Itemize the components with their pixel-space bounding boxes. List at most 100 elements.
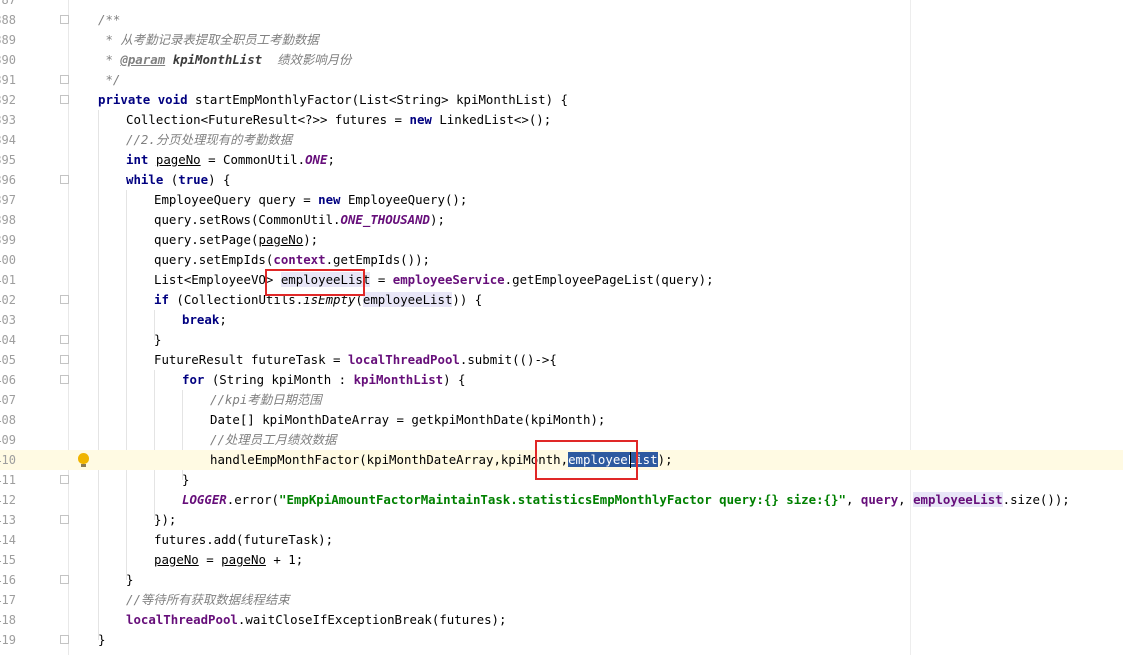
code-line[interactable]: 418 localThreadPool.waitCloseIfException… (0, 610, 1123, 630)
fold-toggle-icon[interactable] (60, 75, 69, 84)
code-text: )) { (452, 292, 483, 307)
variable-pageNo[interactable]: pageNo (221, 552, 266, 567)
keyword: new (409, 112, 432, 127)
line-number: 393 (0, 113, 16, 127)
fold-toggle-icon[interactable] (60, 95, 69, 104)
code-line[interactable]: 393 Collection<FutureResult<?>> futures … (0, 110, 1123, 130)
fold-toggle-icon[interactable] (60, 575, 69, 584)
code-text: .waitCloseIfExceptionBreak(futures); (237, 612, 507, 627)
code-line[interactable]: 405 FutureResult futureTask = localThrea… (0, 350, 1123, 370)
code-text: Date[] kpiMonthDateArray = getkpiMonthDa… (210, 412, 606, 427)
field-reference[interactable]: context (273, 252, 325, 267)
code-line[interactable]: 395 int pageNo = CommonUtil.ONE; (0, 150, 1123, 170)
code-line[interactable]: 389 388 /** (0, 10, 1123, 30)
keyword: while (126, 172, 164, 187)
line-number: 416 (0, 573, 16, 587)
code-text: = (198, 552, 222, 567)
fold-toggle-icon[interactable] (60, 295, 69, 304)
code-line[interactable]: 414 futures.add(futureTask); (0, 530, 1123, 550)
fold-toggle-icon[interactable] (60, 175, 69, 184)
line-number: 405 (0, 353, 16, 367)
keyword: break (182, 312, 220, 327)
fold-toggle-icon[interactable] (60, 335, 69, 344)
code-line[interactable]: 396 while (true) { (0, 170, 1123, 190)
code-text: ); (657, 452, 673, 467)
line-number: 396 (0, 173, 16, 187)
code-line[interactable]: 394 //2.分页处理现有的考勤数据 (0, 130, 1123, 150)
code-line[interactable]: 400 query.setEmpIds(context.getEmpIds())… (0, 250, 1123, 270)
line-number: 408 (0, 413, 16, 427)
variable-employeeList[interactable]: employeeList (362, 292, 453, 307)
code-text: LinkedList<>(); (431, 112, 552, 127)
code-line[interactable]: 389 * 从考勤记录表提取全职员工考勤数据 (0, 30, 1123, 50)
fold-toggle-icon[interactable] (60, 475, 69, 484)
static-field[interactable]: LOGGER (182, 492, 227, 507)
line-number: 401 (0, 273, 16, 287)
code-text: query.setEmpIds( (154, 252, 274, 267)
code-line[interactable]: 399 query.setPage(pageNo); (0, 230, 1123, 250)
line-number: 412 (0, 493, 16, 507)
keyword: private (98, 92, 151, 107)
variable-employeeList[interactable]: employeeList (913, 492, 1003, 507)
line-number: 87 (1, 0, 16, 7)
field-reference[interactable]: employeeService (393, 272, 505, 287)
code-line[interactable]: 402 if (CollectionUtils.isEmpty(employee… (0, 290, 1123, 310)
code-line[interactable]: 412 LOGGER.error("EmpKpiAmountFactorMain… (0, 490, 1123, 510)
code-text: = (370, 272, 393, 287)
variable-pageNo[interactable]: pageNo (156, 152, 201, 167)
static-field[interactable]: ONE_THOUSAND (341, 212, 431, 227)
code-text: = CommonUtil. (200, 152, 306, 167)
line-number: 395 (0, 153, 16, 167)
captured-variable[interactable]: query (861, 492, 898, 507)
code-line[interactable]: 87 (0, 0, 1123, 10)
code-line[interactable]: 397 EmployeeQuery query = new EmployeeQu… (0, 190, 1123, 210)
code-text: .getEmpIds()); (325, 252, 431, 267)
code-line[interactable]: 408 Date[] kpiMonthDateArray = getkpiMon… (0, 410, 1123, 430)
line-number: 402 (0, 293, 16, 307)
doc-comment: 绩效影响月份 (262, 52, 352, 67)
code-line[interactable]: 391 */ (0, 70, 1123, 90)
code-text: query.setPage( (154, 232, 259, 247)
doc-comment: * 从考勤记录表提取全职员工考勤数据 (98, 32, 319, 47)
code-text: .error( (226, 492, 279, 507)
code-line[interactable]: 403 break; (0, 310, 1123, 330)
code-line[interactable]: 415 pageNo = pageNo + 1; (0, 550, 1123, 570)
keyword: true (178, 172, 209, 187)
line-number: 390 (0, 53, 16, 67)
code-line[interactable]: 406 for (String kpiMonth : kpiMonthList)… (0, 370, 1123, 390)
code-line[interactable]: 404 } (0, 330, 1123, 350)
line-number: 392 (0, 93, 16, 107)
code-text: startEmpMonthlyFactor(List<String> kpiMo… (187, 92, 568, 107)
code-line[interactable]: 413 }); (0, 510, 1123, 530)
variable-pageNo[interactable]: pageNo (258, 232, 303, 247)
fold-toggle-icon[interactable] (60, 15, 69, 24)
code-line[interactable]: 398 query.setRows(CommonUtil.ONE_THOUSAN… (0, 210, 1123, 230)
doc-comment: */ (98, 72, 121, 87)
keyword: if (154, 292, 169, 307)
line-number: 404 (0, 333, 16, 347)
code-line[interactable]: 390 * @param kpiMonthList 绩效影响月份 (0, 50, 1123, 70)
fold-toggle-icon[interactable] (60, 355, 69, 364)
variable-pageNo[interactable]: pageNo (154, 552, 199, 567)
fold-toggle-icon[interactable] (60, 515, 69, 524)
line-number: 419 (0, 633, 16, 647)
code-line[interactable]: 401 List<EmployeeVO> employeeList = empl… (0, 270, 1123, 290)
lightbulb-intention-icon[interactable] (78, 453, 89, 467)
code-line[interactable]: 407 //kpi考勤日期范围 (0, 390, 1123, 410)
field-reference[interactable]: localThreadPool (126, 612, 238, 627)
line-number: 388 (0, 13, 16, 27)
fold-toggle-icon[interactable] (60, 375, 69, 384)
line-number: 414 (0, 533, 16, 547)
field-reference[interactable]: localThreadPool (348, 352, 460, 367)
code-line[interactable]: 417 //等待所有获取数据线程结束 (0, 590, 1123, 610)
code-editor[interactable]: 87 389 388 /** 389 * 从考勤记录表提取全职员工考勤数据 39… (0, 0, 1123, 655)
code-line[interactable]: 392 private void startEmpMonthlyFactor(L… (0, 90, 1123, 110)
code-text: .getEmployeePageList(query); (504, 272, 714, 287)
fold-toggle-icon[interactable] (60, 635, 69, 644)
code-line[interactable]: 416 } (0, 570, 1123, 590)
keyword: int (126, 152, 149, 167)
captured-variable[interactable]: kpiMonthList (354, 372, 444, 387)
static-field[interactable]: ONE (305, 152, 327, 167)
code-line[interactable]: 419 } (0, 630, 1123, 650)
